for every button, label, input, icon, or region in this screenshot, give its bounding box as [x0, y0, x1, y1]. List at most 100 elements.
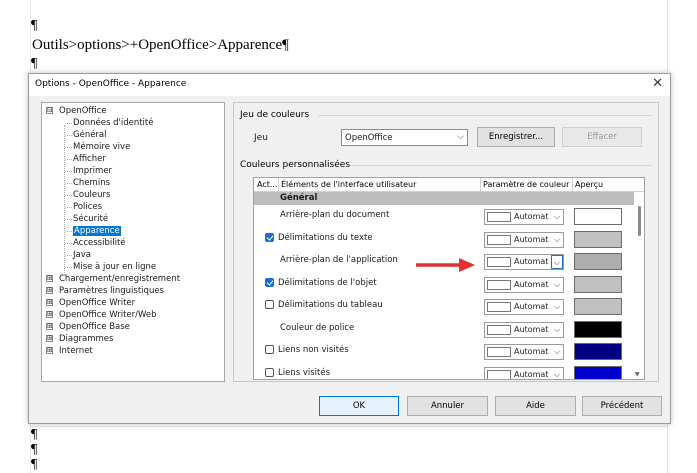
scrollbar-thumb[interactable]: [638, 206, 641, 236]
color-preview: [574, 365, 622, 379]
expand-icon[interactable]: ⊞: [46, 323, 53, 330]
tree-connector: [65, 159, 72, 160]
tree-item-label: Sécurité: [73, 214, 109, 224]
tree-item-label: Polices: [73, 202, 103, 212]
tree-item-label: Java: [73, 250, 91, 260]
options-dialog: Options - OpenOffice - Apparence ✕ ⊟ Open…: [28, 73, 671, 424]
tree-item[interactable]: Couleurs: [73, 189, 110, 201]
tree-node[interactable]: ⊞ OpenOffice Writer/Web: [46, 309, 157, 321]
tree-item-label: Couleurs: [73, 190, 111, 200]
collapse-icon[interactable]: ⊟: [46, 107, 53, 114]
expand-icon[interactable]: ⊞: [46, 347, 53, 354]
tree-item[interactable]: Accessibilité: [73, 237, 126, 249]
save-scheme-button[interactable]: Enregistrer...: [477, 127, 555, 147]
table-row[interactable]: Délimitations du texte Automat ⌵: [254, 228, 636, 250]
tree-item[interactable]: Afficher: [73, 153, 106, 165]
pilcrow-mark: ¶: [31, 442, 38, 457]
color-dropdown[interactable]: Automat ⌵: [484, 276, 564, 293]
color-swatch: [487, 234, 511, 245]
header-element[interactable]: Éléments de l'interface utilisateur: [281, 180, 416, 189]
delete-scheme-button[interactable]: Effacer: [562, 127, 642, 147]
tree-item[interactable]: Mise à jour en ligne: [73, 261, 156, 273]
expand-icon[interactable]: ⊞: [46, 299, 53, 306]
table-scrollbar[interactable]: ▼: [634, 192, 644, 379]
color-dropdown[interactable]: Automat ⌵: [484, 299, 564, 315]
color-dropdown[interactable]: Automat ⌵: [484, 321, 564, 338]
back-button[interactable]: Précédent: [582, 396, 662, 416]
section-row: Général: [254, 192, 636, 205]
custom-colors-label: Couleurs personnalisées: [240, 160, 351, 170]
red-arrow-icon: [416, 258, 475, 272]
chevron-down-icon: ⌵: [553, 324, 561, 334]
expand-icon[interactable]: ⊞: [46, 287, 53, 294]
scheme-dropdown[interactable]: OpenOffice ⌵: [341, 129, 468, 146]
dialog-titlebar: Options - OpenOffice - Apparence ✕: [29, 74, 670, 96]
scroll-down-icon[interactable]: ▼: [635, 371, 640, 378]
ok-button[interactable]: OK: [319, 396, 399, 416]
color-dropdown[interactable]: Automat ⌵: [484, 366, 564, 379]
row-checkbox[interactable]: [265, 300, 274, 309]
color-dropdown[interactable]: Automat ⌵: [484, 254, 564, 270]
tree-node[interactable]: ⊞ OpenOffice Base: [46, 321, 130, 333]
expand-icon[interactable]: ⊞: [46, 335, 53, 342]
header-preview[interactable]: Aperçu: [575, 180, 603, 189]
row-label: Couleur de police: [280, 322, 355, 333]
section-label: Général: [280, 193, 318, 203]
tree-node[interactable]: ⊞ Diagrammes: [46, 333, 113, 345]
tree-node-openoffice[interactable]: ⊟ OpenOffice: [46, 105, 107, 117]
column-divider: [278, 178, 279, 192]
header-active[interactable]: Act...: [257, 180, 278, 189]
tree-item[interactable]: Polices: [73, 201, 102, 213]
color-swatch: [487, 302, 511, 312]
color-dropdown[interactable]: Automat ⌵: [484, 344, 564, 360]
table-row[interactable]: Délimitations du tableau Automat ⌵: [254, 295, 636, 317]
tree-item[interactable]: Données d'identité: [73, 117, 153, 129]
cancel-button[interactable]: Annuler: [407, 396, 488, 416]
table-row[interactable]: Couleur de police Automat ⌵: [254, 318, 636, 340]
tree-item[interactable]: Général: [73, 129, 107, 141]
tree-item-label: Apparence: [73, 226, 121, 236]
page-separator: [30, 426, 668, 427]
close-icon[interactable]: ✕: [652, 77, 663, 91]
tree-node-label: Diagrammes: [59, 334, 114, 344]
expand-icon[interactable]: ⊞: [46, 311, 53, 318]
table-row[interactable]: Liens non visités Automat ⌵: [254, 340, 636, 362]
row-checkbox[interactable]: [265, 345, 274, 354]
table-row[interactable]: Arrière-plan du document Automat ⌵: [254, 205, 636, 227]
color-swatch: [487, 257, 511, 267]
chevron-down-icon: ⌵: [553, 234, 561, 244]
color-value: Automat: [514, 234, 549, 244]
row-label: Délimitations du tableau: [278, 300, 383, 310]
color-preview: [574, 230, 622, 248]
tree-item[interactable]: Apparence: [73, 225, 121, 237]
color-value: Automat: [514, 324, 549, 334]
tree-item[interactable]: Chemins: [73, 177, 110, 189]
group-divider: [350, 165, 652, 166]
color-dropdown[interactable]: Automat ⌵: [484, 231, 564, 248]
options-tree: ⊟ OpenOffice Données d'identité Général Mémo…: [41, 102, 225, 382]
tree-item-label: Accessibilité: [73, 238, 126, 248]
tree-item-label: Général: [73, 130, 107, 140]
table-row[interactable]: Délimitations de l'objet Automat ⌵: [254, 273, 636, 295]
table-row[interactable]: Liens visités Automat ⌵: [254, 363, 636, 379]
expand-icon[interactable]: ⊞: [46, 275, 53, 282]
tree-connector: [65, 243, 72, 244]
tree-node[interactable]: ⊞ OpenOffice Writer: [46, 297, 135, 309]
row-checkbox[interactable]: [265, 277, 274, 287]
header-param[interactable]: Paramètre de couleur: [483, 180, 569, 189]
help-button[interactable]: Aide: [495, 396, 576, 416]
tree-item[interactable]: Imprimer: [73, 165, 112, 177]
row-checkbox[interactable]: [265, 367, 274, 377]
tree-item[interactable]: Mémoire vive: [73, 141, 130, 153]
tree-item-label: Mémoire vive: [73, 142, 131, 152]
tree-connector: [65, 207, 72, 208]
row-checkbox[interactable]: [265, 232, 274, 242]
color-dropdown[interactable]: Automat ⌵: [484, 209, 564, 225]
tree-node[interactable]: ⊞ Paramètres linguistiques: [46, 285, 164, 297]
tree-node[interactable]: ⊞ Chargement/enregistrement: [46, 273, 180, 285]
tree-node[interactable]: ⊞ Internet: [46, 345, 93, 357]
tree-item[interactable]: Sécurité: [73, 213, 108, 225]
appearance-panel: Jeu de couleurs Jeu OpenOffice ⌵ Enregis…: [233, 102, 659, 382]
tree-item[interactable]: Java: [73, 249, 91, 261]
pilcrow-mark: ¶: [31, 457, 38, 472]
